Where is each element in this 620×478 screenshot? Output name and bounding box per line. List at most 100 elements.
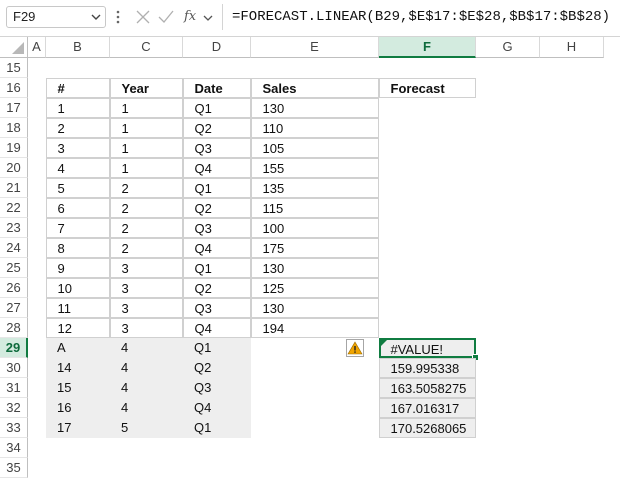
forecast-value-cell[interactable]: 167.016317: [378, 397, 476, 418]
row-header-28[interactable]: 28: [0, 318, 28, 338]
table-cell[interactable]: 125: [250, 277, 379, 298]
table-cell[interactable]: 7: [45, 217, 110, 238]
input-cell[interactable]: Q1: [183, 418, 251, 438]
checkmark-icon[interactable]: [158, 10, 174, 24]
input-cell[interactable]: Q4: [183, 398, 251, 418]
table-cell[interactable]: 12: [45, 317, 110, 338]
column-header-c[interactable]: C: [110, 37, 183, 58]
table-header-cell[interactable]: Date: [182, 77, 251, 98]
column-header-f[interactable]: F: [379, 37, 476, 58]
table-cell[interactable]: 115: [250, 197, 379, 218]
table-cell[interactable]: 135: [250, 177, 379, 198]
chevron-down-icon[interactable]: [91, 12, 101, 22]
warning-icon[interactable]: [346, 339, 364, 357]
table-cell[interactable]: Q1: [182, 177, 251, 198]
empty-cell[interactable]: [379, 198, 476, 218]
table-header-cell[interactable]: #: [45, 77, 110, 98]
table-cell[interactable]: 1: [109, 97, 183, 118]
table-cell[interactable]: 2: [109, 197, 183, 218]
forecast-header-cell[interactable]: Forecast: [378, 77, 476, 98]
input-cell[interactable]: 16: [46, 398, 110, 418]
chevron-down-icon[interactable]: [203, 13, 213, 23]
table-cell[interactable]: 2: [109, 177, 183, 198]
table-cell[interactable]: 9: [45, 257, 110, 278]
table-cell[interactable]: 155: [250, 157, 379, 178]
forecast-value-cell[interactable]: 170.5268065: [378, 417, 476, 438]
table-cell[interactable]: 8: [45, 237, 110, 258]
empty-cell[interactable]: [379, 278, 476, 298]
row-header-26[interactable]: 26: [0, 278, 28, 298]
table-cell[interactable]: 1: [109, 137, 183, 158]
row-header-21[interactable]: 21: [0, 178, 28, 198]
table-cell[interactable]: 3: [45, 137, 110, 158]
input-cell[interactable]: Q2: [183, 358, 251, 378]
more-options-icon[interactable]: [114, 7, 122, 27]
input-cell[interactable]: 4: [110, 378, 183, 398]
row-header-25[interactable]: 25: [0, 258, 28, 278]
table-cell[interactable]: 1: [109, 117, 183, 138]
table-cell[interactable]: 2: [109, 237, 183, 258]
table-cell[interactable]: Q4: [182, 317, 251, 338]
table-cell[interactable]: 130: [250, 97, 379, 118]
table-header-cell[interactable]: Year: [109, 77, 183, 98]
input-cell[interactable]: 4: [110, 398, 183, 418]
table-cell[interactable]: 110: [250, 117, 379, 138]
fx-icon[interactable]: fx: [184, 9, 196, 24]
row-header-31[interactable]: 31: [0, 378, 28, 398]
input-cell[interactable]: Q3: [183, 378, 251, 398]
column-header-g[interactable]: G: [476, 37, 540, 58]
empty-cell[interactable]: [379, 178, 476, 198]
input-cell[interactable]: 4: [110, 358, 183, 378]
table-cell[interactable]: 105: [250, 137, 379, 158]
row-header-27[interactable]: 27: [0, 298, 28, 318]
row-header-20[interactable]: 20: [0, 158, 28, 178]
row-header-29[interactable]: 29: [0, 338, 28, 358]
table-cell[interactable]: 1: [109, 157, 183, 178]
column-header-h[interactable]: H: [540, 37, 604, 58]
select-all-corner[interactable]: [0, 37, 28, 58]
table-cell[interactable]: 2: [109, 217, 183, 238]
table-cell[interactable]: 194: [250, 317, 379, 338]
row-header-34[interactable]: 34: [0, 438, 28, 458]
table-cell[interactable]: 175: [250, 237, 379, 258]
row-header-17[interactable]: 17: [0, 98, 28, 118]
empty-cell[interactable]: [379, 118, 476, 138]
column-header-a[interactable]: A: [28, 37, 46, 58]
row-header-23[interactable]: 23: [0, 218, 28, 238]
table-cell[interactable]: Q2: [182, 277, 251, 298]
table-cell[interactable]: 5: [45, 177, 110, 198]
table-cell[interactable]: 2: [45, 117, 110, 138]
table-cell[interactable]: Q3: [182, 297, 251, 318]
empty-cell[interactable]: [379, 298, 476, 318]
table-cell[interactable]: Q2: [182, 117, 251, 138]
row-header-32[interactable]: 32: [0, 398, 28, 418]
table-cell[interactable]: 4: [45, 157, 110, 178]
table-cell[interactable]: Q4: [182, 157, 251, 178]
x-icon[interactable]: [136, 10, 150, 24]
row-header-22[interactable]: 22: [0, 198, 28, 218]
empty-cell[interactable]: [379, 138, 476, 158]
column-header-d[interactable]: D: [183, 37, 251, 58]
table-cell[interactable]: 3: [109, 277, 183, 298]
input-cell[interactable]: 4: [110, 338, 183, 358]
table-cell[interactable]: 3: [109, 297, 183, 318]
input-cell[interactable]: 5: [110, 418, 183, 438]
input-cell[interactable]: 17: [46, 418, 110, 438]
row-header-33[interactable]: 33: [0, 418, 28, 438]
table-cell[interactable]: 6: [45, 197, 110, 218]
empty-cell[interactable]: [379, 238, 476, 258]
forecast-value-cell[interactable]: 163.5058275: [378, 377, 476, 398]
empty-cell[interactable]: [379, 318, 476, 338]
row-header-19[interactable]: 19: [0, 138, 28, 158]
table-cell[interactable]: 130: [250, 297, 379, 318]
table-cell[interactable]: Q1: [182, 257, 251, 278]
input-cell[interactable]: Q1: [183, 338, 251, 358]
empty-cell[interactable]: [379, 258, 476, 278]
name-box[interactable]: F29: [6, 6, 106, 28]
input-cell[interactable]: A: [46, 338, 110, 358]
row-header-15[interactable]: 15: [0, 58, 28, 78]
row-header-16[interactable]: 16: [0, 78, 28, 98]
table-cell[interactable]: 3: [109, 317, 183, 338]
formula-input[interactable]: =FORECAST.LINEAR(B29,$E$17:$E$28,$B$17:$…: [232, 9, 610, 25]
table-cell[interactable]: 130: [250, 257, 379, 278]
